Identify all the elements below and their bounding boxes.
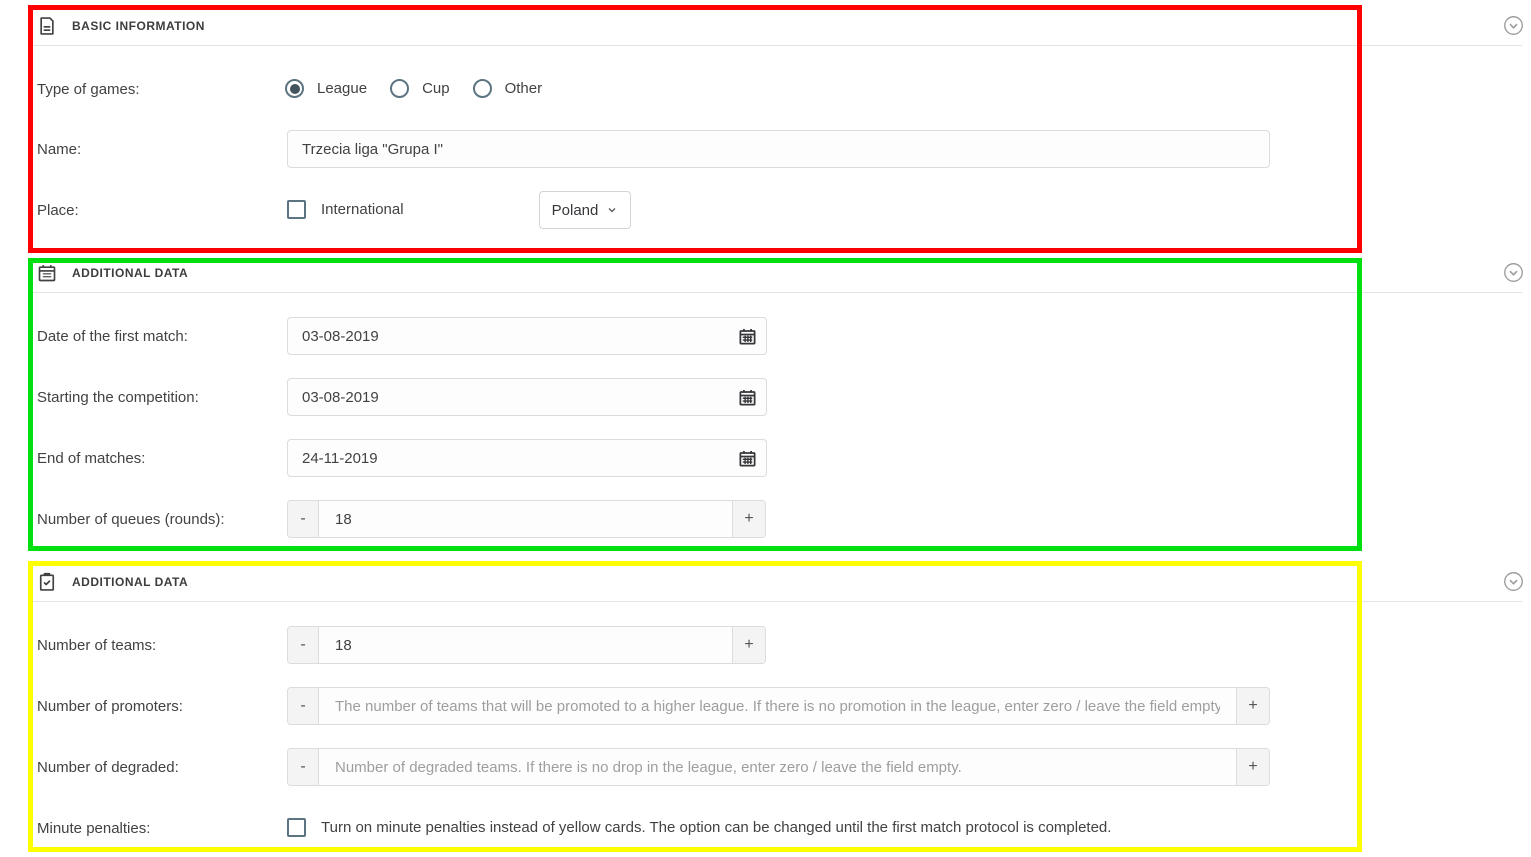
- chevron-down-circle-icon[interactable]: [1503, 15, 1524, 36]
- degraded-stepper: - +: [287, 748, 1270, 786]
- radio-cup[interactable]: Cup: [390, 79, 450, 98]
- calendar-icon[interactable]: [728, 440, 766, 476]
- radio-unselected-icon: [473, 79, 492, 98]
- chevron-down-icon: [606, 204, 618, 216]
- section-header-basic-information: BASIC INFORMATION: [37, 15, 205, 37]
- end-matches-date-field: [287, 439, 767, 477]
- calendar-icon[interactable]: [728, 379, 766, 415]
- country-select-value: Poland: [552, 202, 599, 219]
- end-matches-label: End of matches:: [37, 450, 145, 467]
- promoters-stepper: - +: [287, 687, 1270, 725]
- minute-penalties-check-row: Turn on minute penalties instead of yell…: [287, 818, 1111, 837]
- minute-penalties-label: Minute penalties:: [37, 820, 150, 837]
- minute-penalties-description: Turn on minute penalties instead of yell…: [321, 819, 1111, 836]
- clipboard-check-icon: [37, 572, 57, 592]
- place-label: Place:: [37, 202, 79, 219]
- teams-stepper: - +: [287, 626, 766, 664]
- international-label: International: [321, 201, 404, 218]
- first-match-label: Date of the first match:: [37, 328, 188, 345]
- start-competition-date-field: [287, 378, 767, 416]
- queues-stepper: - +: [287, 500, 766, 538]
- section-header-additional-data-dates: ADDITIONAL DATA: [37, 262, 188, 284]
- chevron-down-circle-icon[interactable]: [1503, 571, 1524, 592]
- type-of-games-label: Type of games:: [37, 81, 140, 98]
- type-of-games-radio-group: League Cup Other: [285, 79, 565, 98]
- name-label: Name:: [37, 141, 81, 158]
- document-icon: [37, 16, 57, 36]
- minus-button[interactable]: -: [288, 688, 319, 724]
- calendar-icon: [37, 263, 57, 283]
- chevron-down-circle-icon[interactable]: [1503, 262, 1524, 283]
- section-divider: [30, 45, 1522, 46]
- radio-league-label: League: [317, 80, 367, 97]
- plus-button[interactable]: +: [732, 627, 765, 663]
- section-title: ADDITIONAL DATA: [72, 266, 188, 280]
- teams-label: Number of teams:: [37, 637, 156, 654]
- international-check-row: International: [287, 200, 404, 219]
- queues-input[interactable]: [319, 501, 732, 537]
- plus-button[interactable]: +: [732, 501, 765, 537]
- minus-button[interactable]: -: [288, 627, 319, 663]
- queues-label: Number of queues (rounds):: [37, 511, 225, 528]
- radio-selected-icon: [285, 79, 304, 98]
- start-competition-date-input[interactable]: [288, 389, 728, 406]
- radio-cup-label: Cup: [422, 80, 450, 97]
- international-checkbox[interactable]: [287, 200, 306, 219]
- first-match-date-input[interactable]: [288, 328, 728, 345]
- radio-other[interactable]: Other: [473, 79, 543, 98]
- calendar-icon[interactable]: [728, 318, 766, 354]
- section-title: BASIC INFORMATION: [72, 19, 205, 33]
- plus-button[interactable]: +: [1236, 749, 1269, 785]
- section-divider: [30, 601, 1522, 602]
- minus-button[interactable]: -: [288, 501, 319, 537]
- annotation-box-red: [28, 5, 1362, 253]
- name-input[interactable]: [287, 130, 1270, 168]
- degraded-label: Number of degraded:: [37, 759, 179, 776]
- promoters-label: Number of promoters:: [37, 698, 183, 715]
- radio-unselected-icon: [390, 79, 409, 98]
- section-title: ADDITIONAL DATA: [72, 575, 188, 589]
- radio-other-label: Other: [505, 80, 543, 97]
- minus-button[interactable]: -: [288, 749, 319, 785]
- promoters-input[interactable]: [319, 688, 1236, 724]
- radio-league[interactable]: League: [285, 79, 367, 98]
- section-divider: [30, 292, 1522, 293]
- section-header-additional-data-teams: ADDITIONAL DATA: [37, 571, 188, 593]
- degraded-input[interactable]: [319, 749, 1236, 785]
- start-competition-label: Starting the competition:: [37, 389, 199, 406]
- teams-input[interactable]: [319, 627, 732, 663]
- end-matches-date-input[interactable]: [288, 450, 728, 467]
- plus-button[interactable]: +: [1236, 688, 1269, 724]
- first-match-date-field: [287, 317, 767, 355]
- minute-penalties-checkbox[interactable]: [287, 818, 306, 837]
- country-select[interactable]: Poland: [539, 191, 631, 229]
